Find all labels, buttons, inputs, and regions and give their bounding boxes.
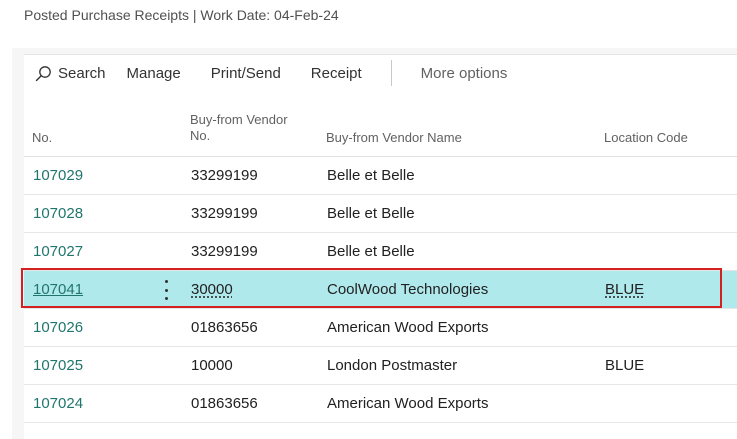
receipt-no-link[interactable]: 107041 xyxy=(33,282,83,298)
vendor-name-cell: Belle et Belle xyxy=(327,243,415,260)
receipts-list: No. Buy-from Vendor No. Buy-from Vendor … xyxy=(24,90,737,439)
manage-menu[interactable]: Manage xyxy=(127,55,181,91)
location-code-cell[interactable]: BLUE xyxy=(605,282,644,298)
table-row[interactable]: 107024 01863656 American Wood Exports xyxy=(24,385,737,423)
column-header-vendor-no[interactable]: Buy-from Vendor No. xyxy=(190,112,310,144)
more-options-button[interactable]: More options xyxy=(421,55,508,91)
vendor-no-cell: 33299199 xyxy=(191,167,258,184)
receipt-no-link[interactable]: 107026 xyxy=(33,320,83,336)
vendor-name-cell: Belle et Belle xyxy=(327,205,415,222)
vendor-no-cell: 33299199 xyxy=(191,205,258,222)
search-icon xyxy=(35,65,51,81)
vendor-name-cell: American Wood Exports xyxy=(327,319,489,336)
receipt-menu[interactable]: Receipt xyxy=(311,55,362,91)
vendor-no-cell: 01863656 xyxy=(191,395,258,412)
vendor-name-cell: Belle et Belle xyxy=(327,167,415,184)
receipt-no-link[interactable]: 107024 xyxy=(33,396,83,412)
toolbar-divider xyxy=(390,60,392,86)
receipt-no-link[interactable]: 107027 xyxy=(33,244,83,260)
table-header: No. Buy-from Vendor No. Buy-from Vendor … xyxy=(24,90,737,157)
location-code-cell: BLUE xyxy=(605,357,645,374)
vendor-name-cell: London Postmaster xyxy=(327,357,458,374)
table-row-selected[interactable]: 107041 30000 CoolWood Technologies BLUE xyxy=(24,271,737,309)
vendor-no-cell[interactable]: 30000 xyxy=(191,282,233,298)
vendor-name-cell: American Wood Exports xyxy=(327,395,489,412)
table-row[interactable]: 107028 33299199 Belle et Belle xyxy=(24,195,737,233)
search-button[interactable]: Search xyxy=(35,55,106,91)
table-row[interactable]: 107029 33299199 Belle et Belle xyxy=(24,157,737,195)
more-vertical-icon[interactable] xyxy=(164,280,168,300)
table-row[interactable]: 107027 33299199 Belle et Belle xyxy=(24,233,737,271)
print-send-menu[interactable]: Print/Send xyxy=(211,55,281,91)
vendor-name-cell: CoolWood Technologies xyxy=(327,281,489,298)
column-header-vendor-no-text: Buy-from Vendor No. xyxy=(190,112,288,143)
page-title: Posted Purchase Receipts | Work Date: 04… xyxy=(24,7,339,23)
table-row[interactable]: 107026 01863656 American Wood Exports xyxy=(24,309,737,347)
receipt-no-link[interactable]: 107029 xyxy=(33,168,83,184)
column-header-location-code[interactable]: Location Code xyxy=(604,130,688,146)
action-bar: Search Manage Print/Send Receipt More op… xyxy=(24,54,737,91)
receipt-no-link[interactable]: 107028 xyxy=(33,206,83,222)
vendor-no-cell: 10000 xyxy=(191,357,233,374)
receipt-no-link[interactable]: 107025 xyxy=(33,358,83,374)
vendor-no-cell: 33299199 xyxy=(191,243,258,260)
table-row[interactable]: 107025 10000 London Postmaster BLUE xyxy=(24,347,737,385)
search-label: Search xyxy=(58,64,106,82)
column-header-no[interactable]: No. xyxy=(32,130,52,146)
vendor-no-cell: 01863656 xyxy=(191,319,258,336)
column-header-vendor-name[interactable]: Buy-from Vendor Name xyxy=(326,130,462,146)
